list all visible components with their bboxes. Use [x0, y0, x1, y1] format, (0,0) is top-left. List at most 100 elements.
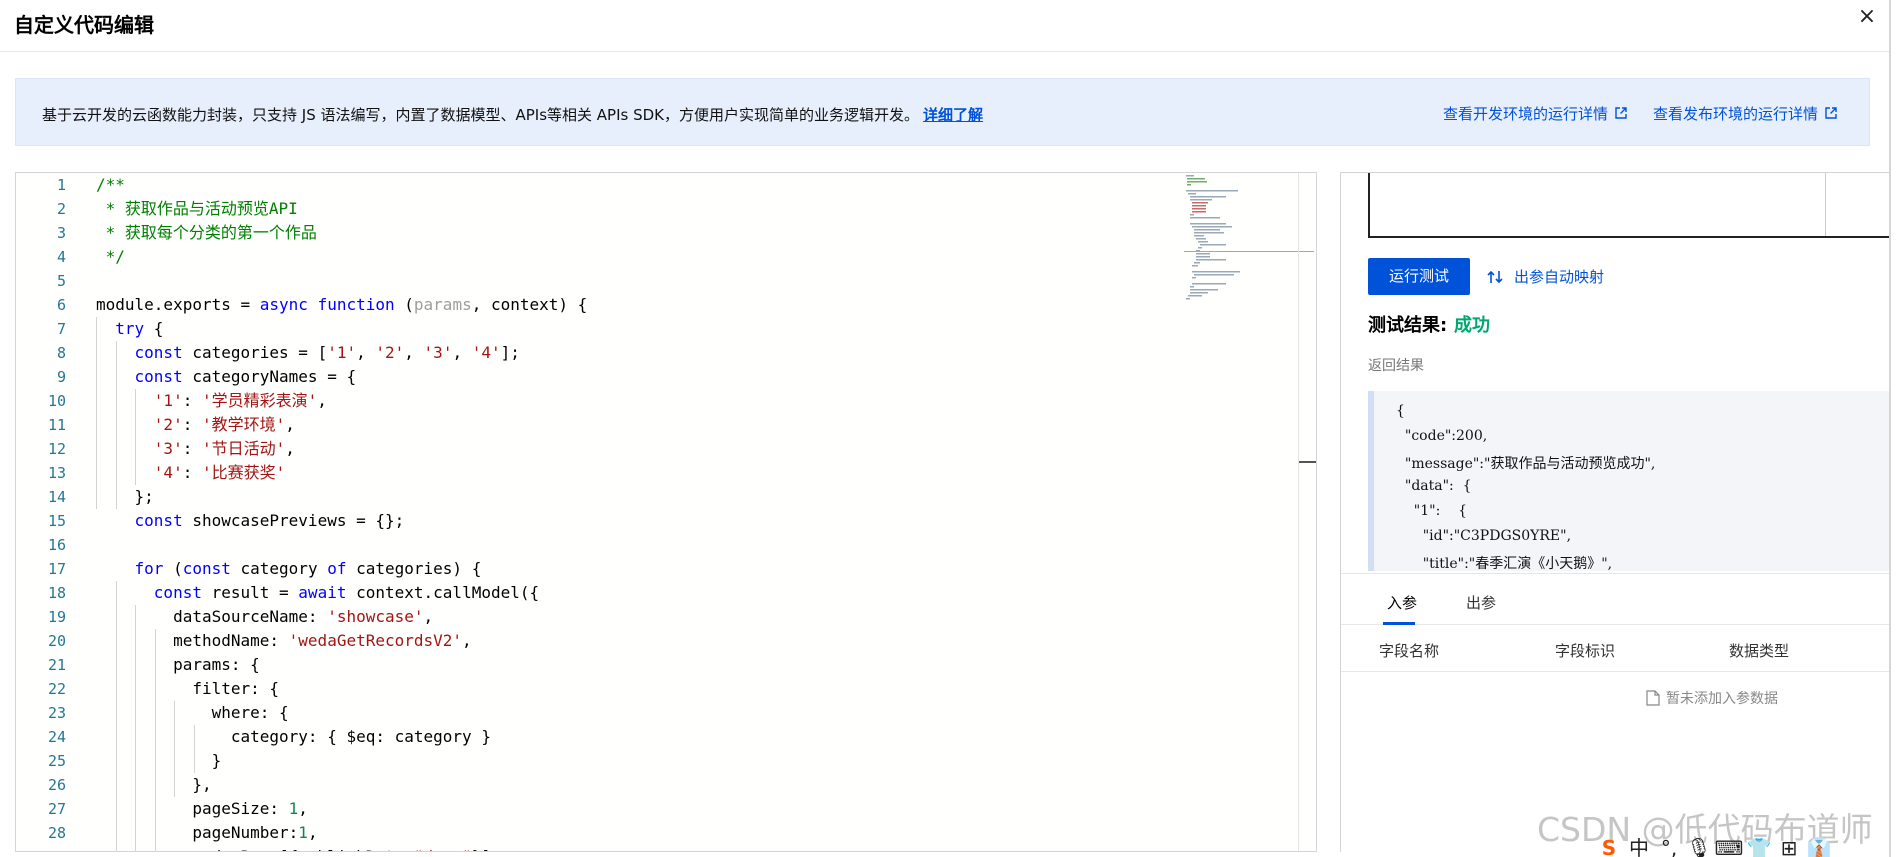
editor-scrollbar-track[interactable] — [1298, 173, 1299, 851]
code-token: showcasePreviews = {}; — [182, 511, 405, 530]
active-tab-indicator — [1383, 622, 1415, 625]
ime-button[interactable]: 🎙 — [1684, 836, 1714, 857]
tab-input-params[interactable]: 入参 — [1387, 592, 1417, 613]
banner-text: 基于云开发的云函数能力封装，只支持 JS 语法编写，内置了数据模型、APIs等相… — [42, 104, 983, 125]
json-line: "code":200, — [1396, 428, 1488, 444]
code-area[interactable]: /** * 获取作品与活动预览API * 获取每个分类的第一个作品 */ modu… — [96, 173, 1316, 851]
return-result-json[interactable]: { "code":200, "message":"获取作品与活动预览成功", "… — [1368, 391, 1889, 571]
code-token: '4' — [153, 463, 183, 482]
pub-env-details-link[interactable]: 查看发布环境的运行详情 — [1653, 103, 1838, 124]
indent-guide — [154, 629, 156, 851]
code-token: result = — [201, 583, 299, 602]
code-line: */ — [96, 245, 125, 269]
code-token: 1 — [288, 799, 299, 818]
ime-toolbar[interactable]: S 中 °, 🎙 ⌨ 👕 ⊞ 👔 — [1594, 832, 1834, 857]
code-token: const — [153, 583, 202, 602]
code-token: '比赛获奖' — [201, 463, 286, 482]
column-field-name: 字段名称 — [1379, 642, 1440, 660]
tab-output-params[interactable]: 出参 — [1466, 592, 1496, 613]
line-number: 9 — [56, 368, 66, 386]
pub-env-link-label: 查看发布环境的运行详情 — [1653, 105, 1819, 123]
code-token: '学员精彩表演' — [201, 391, 318, 410]
json-line: { — [1396, 403, 1405, 419]
swap-arrows-icon — [1487, 270, 1503, 284]
code-line: '3': '节日活动', — [96, 437, 295, 461]
code-minimap[interactable] — [1184, 173, 1314, 303]
ime-button[interactable]: S — [1594, 836, 1624, 857]
ime-button[interactable]: 👕 — [1744, 836, 1774, 857]
code-token: }, — [96, 775, 212, 794]
line-number: 19 — [47, 608, 66, 626]
line-number: 12 — [47, 440, 66, 458]
ime-button[interactable]: ⌨ — [1714, 836, 1744, 857]
line-number: 28 — [47, 824, 66, 842]
column-field-id: 字段标识 — [1555, 642, 1616, 660]
close-icon[interactable]: × — [1854, 4, 1880, 30]
line-number: 3 — [56, 224, 66, 242]
code-token: context.callModel({ — [346, 583, 540, 602]
code-editor[interactable]: 1 2 3 4 5 6 7 8 9 10 11 12 13 14 15 16 17 18 19 20 21 22 23 24 2… — [15, 172, 1317, 852]
code-line: '4': '比赛获奖' — [96, 461, 285, 485]
code-token: , — [404, 343, 424, 362]
banner-description: 基于云开发的云函数能力封装，只支持 JS 语法编写，内置了数据模型、APIs等相… — [42, 106, 920, 124]
indent-guide — [96, 317, 97, 509]
code-line: * 获取每个分类的第一个作品 — [96, 221, 317, 245]
json-line: "message":"获取作品与活动预览成功", — [1396, 456, 1656, 472]
code-token: 'showcase' — [327, 607, 424, 626]
line-number: 24 — [47, 728, 66, 746]
code-line: try { — [96, 317, 163, 341]
code-line: pageNumber:1, — [96, 821, 317, 845]
code-line: const showcasePreviews = {}; — [96, 509, 405, 533]
ime-button[interactable]: °, — [1654, 836, 1684, 857]
code-line: const result = await context.callModel({ — [96, 581, 539, 605]
output-automap-button[interactable]: 出参自动映射 — [1486, 266, 1604, 287]
test-params-input[interactable] — [1368, 173, 1889, 238]
code-token: { — [144, 319, 164, 338]
code-line: /** — [96, 173, 125, 197]
code-line: params: { — [96, 653, 260, 677]
code-token: , — [298, 799, 308, 818]
document-icon — [1646, 690, 1660, 706]
line-number: 25 — [47, 752, 66, 770]
learn-more-link[interactable]: 详细了解 — [923, 106, 983, 124]
json-line: "1": { — [1396, 503, 1468, 519]
code-line: '2': '教学环境', — [96, 413, 295, 437]
code-token: : — [182, 415, 202, 434]
modal-header: 自定义代码编辑 — [0, 0, 1899, 52]
code-token: 'wedaGetRecordsV2' — [288, 631, 463, 650]
code-token: }; — [96, 487, 154, 506]
code-line: where: { — [96, 701, 289, 725]
code-token: '3' — [423, 343, 453, 362]
code-token: const — [182, 559, 231, 578]
run-test-button[interactable]: 运行测试 — [1368, 258, 1470, 295]
return-result-label: 返回结果 — [1368, 358, 1424, 374]
line-number-gutter: 1 2 3 4 5 6 7 8 9 10 11 12 13 14 15 16 17 18 19 20 21 22 23 24 2… — [16, 173, 82, 851]
indent-guide — [115, 341, 117, 509]
column-data-type: 数据类型 — [1729, 642, 1790, 660]
page-scrollbar[interactable] — [1889, 0, 1899, 857]
ime-button[interactable]: 👔 — [1804, 836, 1834, 857]
line-number: 27 — [47, 800, 66, 818]
code-token: params — [413, 295, 472, 314]
code-token: , context) { — [471, 295, 588, 314]
ime-button[interactable]: ⊞ — [1774, 836, 1804, 857]
code-token: filter: { — [96, 679, 280, 698]
editor-scrollbar-thumb[interactable] — [1299, 461, 1316, 463]
dev-env-details-link[interactable]: 查看开发环境的运行详情 — [1443, 103, 1628, 124]
json-line: "id":"C3PDGS0YRE", — [1396, 528, 1572, 544]
code-token: , — [423, 607, 434, 626]
code-token: function — [317, 295, 395, 314]
line-number: 11 — [47, 416, 66, 434]
code-token: 1 — [298, 823, 308, 842]
code-token: methodName: — [96, 631, 289, 650]
code-token: const — [134, 343, 183, 362]
ime-button[interactable]: 中 — [1624, 832, 1654, 857]
code-token: '1' — [327, 343, 357, 362]
code-line: '1': '学员精彩表演', — [96, 389, 327, 413]
line-number: 16 — [47, 536, 66, 554]
code-token: * 获取作品与活动预览API — [96, 199, 298, 218]
